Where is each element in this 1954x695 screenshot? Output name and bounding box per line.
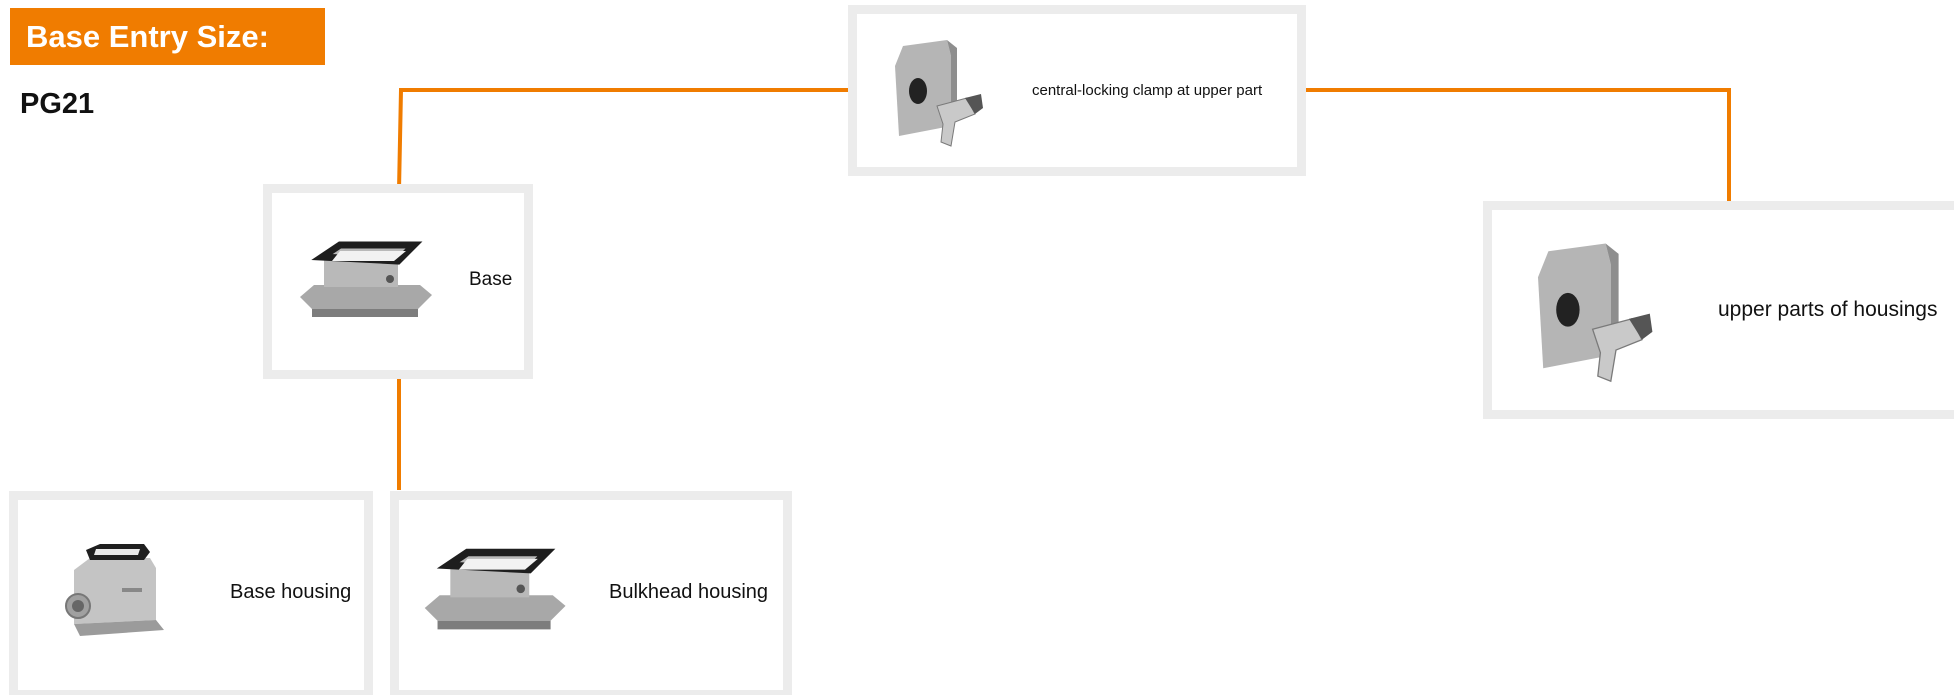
node-upper-parts-of-housings[interactable]: upper parts of housings <box>1492 210 1954 410</box>
hood-housing-icon <box>895 40 983 147</box>
connector-base-to-clamp <box>397 88 850 191</box>
node-label-base: Base <box>469 269 513 290</box>
bulkhead-frame-icon <box>424 548 566 630</box>
node-label-central-locking-clamp: central-locking clamp at upper part <box>1032 82 1263 99</box>
node-label-upper-parts-of-housings: upper parts of housings <box>1718 298 1938 321</box>
node-central-locking-clamp[interactable]: central-locking clamp at upper part <box>857 14 1297 167</box>
base-housing-icon <box>65 544 164 636</box>
node-base[interactable]: Base <box>272 193 524 370</box>
node-label-bulkhead-housing: Bulkhead housing <box>609 581 769 603</box>
base-frame-icon <box>300 241 432 317</box>
connector-clamp-to-upper-parts <box>1305 88 1731 203</box>
node-bulkhead-housing[interactable]: Bulkhead housing <box>399 500 783 690</box>
hood-housing-icon <box>1538 243 1653 383</box>
node-label-base-housing: Base housing <box>230 581 352 603</box>
node-base-housing[interactable]: Base housing <box>18 500 364 690</box>
